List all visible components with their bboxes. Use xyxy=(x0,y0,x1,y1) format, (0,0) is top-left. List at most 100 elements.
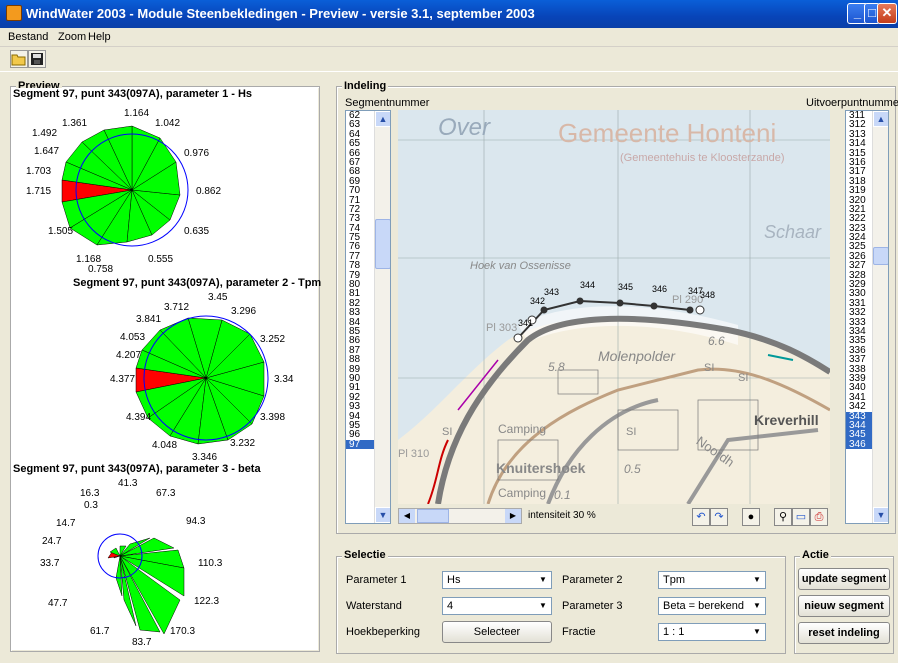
rose-2-label: 3.232 xyxy=(230,438,256,449)
rose-3-label: 67.3 xyxy=(156,488,176,499)
map-label: Over xyxy=(438,114,491,141)
window-title: WindWater 2003 - Module Steenbekledingen… xyxy=(26,6,535,21)
rose-1-label: 1.164 xyxy=(124,108,150,119)
chevron-down-icon[interactable]: ▼ xyxy=(750,625,764,639)
selectie-label: Selectie xyxy=(342,549,388,561)
mouse-icon[interactable]: ● xyxy=(742,508,760,526)
point-scrollbar[interactable]: ▲ ▼ xyxy=(872,111,888,523)
chevron-down-icon[interactable]: ▼ xyxy=(536,573,550,587)
slider-thumb[interactable] xyxy=(417,509,449,523)
point-listbox[interactable]: 311 312 313 314 315 316 317 318 319 320 321 322 323 3… xyxy=(845,110,889,524)
param2-dropdown[interactable]: Tpm ▼ xyxy=(658,571,766,589)
scroll-thumb[interactable] xyxy=(873,247,888,265)
chevron-down-icon[interactable]: ▼ xyxy=(536,599,550,613)
rose-2-label: 4.377 xyxy=(110,374,136,385)
map-label: SI xyxy=(626,426,637,438)
map-label: Knuitershoek xyxy=(496,460,586,476)
param3-value: Beta = berekend xyxy=(663,600,745,612)
map-label: Pl 310 xyxy=(398,448,430,460)
hoek-label: Hoekbeperking xyxy=(346,626,420,638)
map-label: 0.5 xyxy=(624,462,641,476)
slider-right-icon[interactable]: ▶ xyxy=(505,509,521,523)
selecteer-button[interactable]: Selecteer xyxy=(442,621,552,643)
waterstand-dropdown[interactable]: 4 ▼ xyxy=(442,597,552,615)
map-label: 0.1 xyxy=(554,488,571,502)
pan-icon[interactable]: ▭ xyxy=(792,508,810,526)
fractie-value: 1 : 1 xyxy=(663,626,685,638)
rose-1-label: 1.703 xyxy=(26,166,52,177)
segment-scrollbar[interactable]: ▲ ▼ xyxy=(374,111,390,523)
rose-3-label: 170.3 xyxy=(170,626,196,637)
rose-1-title: Segment 97, punt 343(097A), parameter 1 … xyxy=(13,88,253,100)
map-label: Gemeente Honteni xyxy=(558,118,777,148)
map-view[interactable]: Gemeente Honteni (Gemeentehuis te Kloost… xyxy=(398,110,830,504)
param3-label: Parameter 3 xyxy=(562,600,623,612)
rose-2-label: 4.048 xyxy=(152,440,178,451)
nieuw-segment-button[interactable]: nieuw segment xyxy=(798,595,890,617)
rose-1-label: 0.635 xyxy=(184,226,210,237)
rose-2-label: 3.252 xyxy=(260,334,286,345)
rose-3-label: 83.7 xyxy=(132,637,152,648)
map-label: SI xyxy=(442,426,453,438)
map-label: SI xyxy=(738,372,749,384)
param1-label: Parameter 1 xyxy=(346,574,407,586)
scroll-thumb[interactable] xyxy=(375,219,390,269)
rose-3-label: 14.7 xyxy=(56,518,76,529)
intensity-slider[interactable]: ◀ ▶ xyxy=(398,508,522,524)
close-button[interactable]: ✕ xyxy=(877,3,897,24)
scroll-up-icon[interactable]: ▲ xyxy=(375,111,390,127)
rose-3-label: 33.7 xyxy=(40,558,60,569)
map-label: (Gemeentehuis te Kloosterzande) xyxy=(620,152,785,164)
zoom-icon[interactable]: ⚲ xyxy=(774,508,792,526)
rose-3-title: Segment 97, punt 343(097A), parameter 3 … xyxy=(13,463,261,475)
redo-icon[interactable]: ↷ xyxy=(710,508,728,526)
menu-zoom[interactable]: Zoom xyxy=(58,31,86,43)
rose-2-label: 3.346 xyxy=(192,452,218,463)
map-label: SI xyxy=(704,362,715,374)
fractie-dropdown[interactable]: 1 : 1 ▼ xyxy=(658,623,766,641)
rose-2-label: 3.296 xyxy=(231,306,257,317)
point-label: 345 xyxy=(618,282,634,292)
rose-2-label: 4.394 xyxy=(126,412,152,423)
rose-3-chart xyxy=(97,533,185,635)
undo-icon[interactable]: ↶ xyxy=(692,508,710,526)
rose-2-label: 3.712 xyxy=(164,302,190,313)
rose-3-label: 41.3 xyxy=(118,478,138,489)
chevron-down-icon[interactable]: ▼ xyxy=(750,599,764,613)
param2-value: Tpm xyxy=(663,574,685,586)
map-label: Camping xyxy=(498,486,547,500)
folder-open-icon[interactable] xyxy=(10,50,28,68)
menu-bar: Bestand Zoom Help xyxy=(0,28,898,46)
floppy-disk-icon[interactable] xyxy=(28,50,46,68)
reset-indeling-button[interactable]: reset indeling xyxy=(798,622,890,644)
toolbar xyxy=(0,46,898,72)
slider-left-icon[interactable]: ◀ xyxy=(399,509,415,523)
rose-1-label: 0.758 xyxy=(88,264,114,275)
param2-label: Parameter 2 xyxy=(562,574,623,586)
param3-dropdown[interactable]: Beta = berekend ▼ xyxy=(658,597,766,615)
chevron-down-icon[interactable]: ▼ xyxy=(750,573,764,587)
rose-1-label: 0.976 xyxy=(184,148,210,159)
segment-listbox[interactable]: 62 63 64 65 66 67 68 69 70 71 72 73 74 75 76 77 78 79 80 81… xyxy=(345,110,391,524)
update-segment-button[interactable]: update segment xyxy=(798,568,890,590)
rose-1-label: 1.715 xyxy=(26,186,52,197)
map-label: Molenpolder xyxy=(598,348,676,364)
app-icon xyxy=(6,5,22,21)
scroll-down-icon[interactable]: ▼ xyxy=(375,507,390,523)
param1-dropdown[interactable]: Hs ▼ xyxy=(442,571,552,589)
intensity-label: intensiteit 30 % xyxy=(528,510,596,521)
rose-3-label: 47.7 xyxy=(48,598,68,609)
indeling-label: Indeling xyxy=(342,80,389,92)
actie-label: Actie xyxy=(800,549,831,561)
menu-help[interactable]: Help xyxy=(88,31,111,43)
rose-1-label: 0.555 xyxy=(148,254,174,265)
print-icon[interactable]: ⎙ xyxy=(810,508,828,526)
rose-3-label: 61.7 xyxy=(90,626,110,637)
menu-bestand[interactable]: Bestand xyxy=(8,31,48,43)
map-label: 6.6 xyxy=(708,334,725,348)
scroll-down-icon[interactable]: ▼ xyxy=(873,507,888,523)
scroll-up-icon[interactable]: ▲ xyxy=(873,111,888,127)
waterstand-value: 4 xyxy=(447,600,454,612)
title-bar: WindWater 2003 - Module Steenbekledingen… xyxy=(0,0,898,28)
rose-2-label: 4.053 xyxy=(120,332,146,343)
